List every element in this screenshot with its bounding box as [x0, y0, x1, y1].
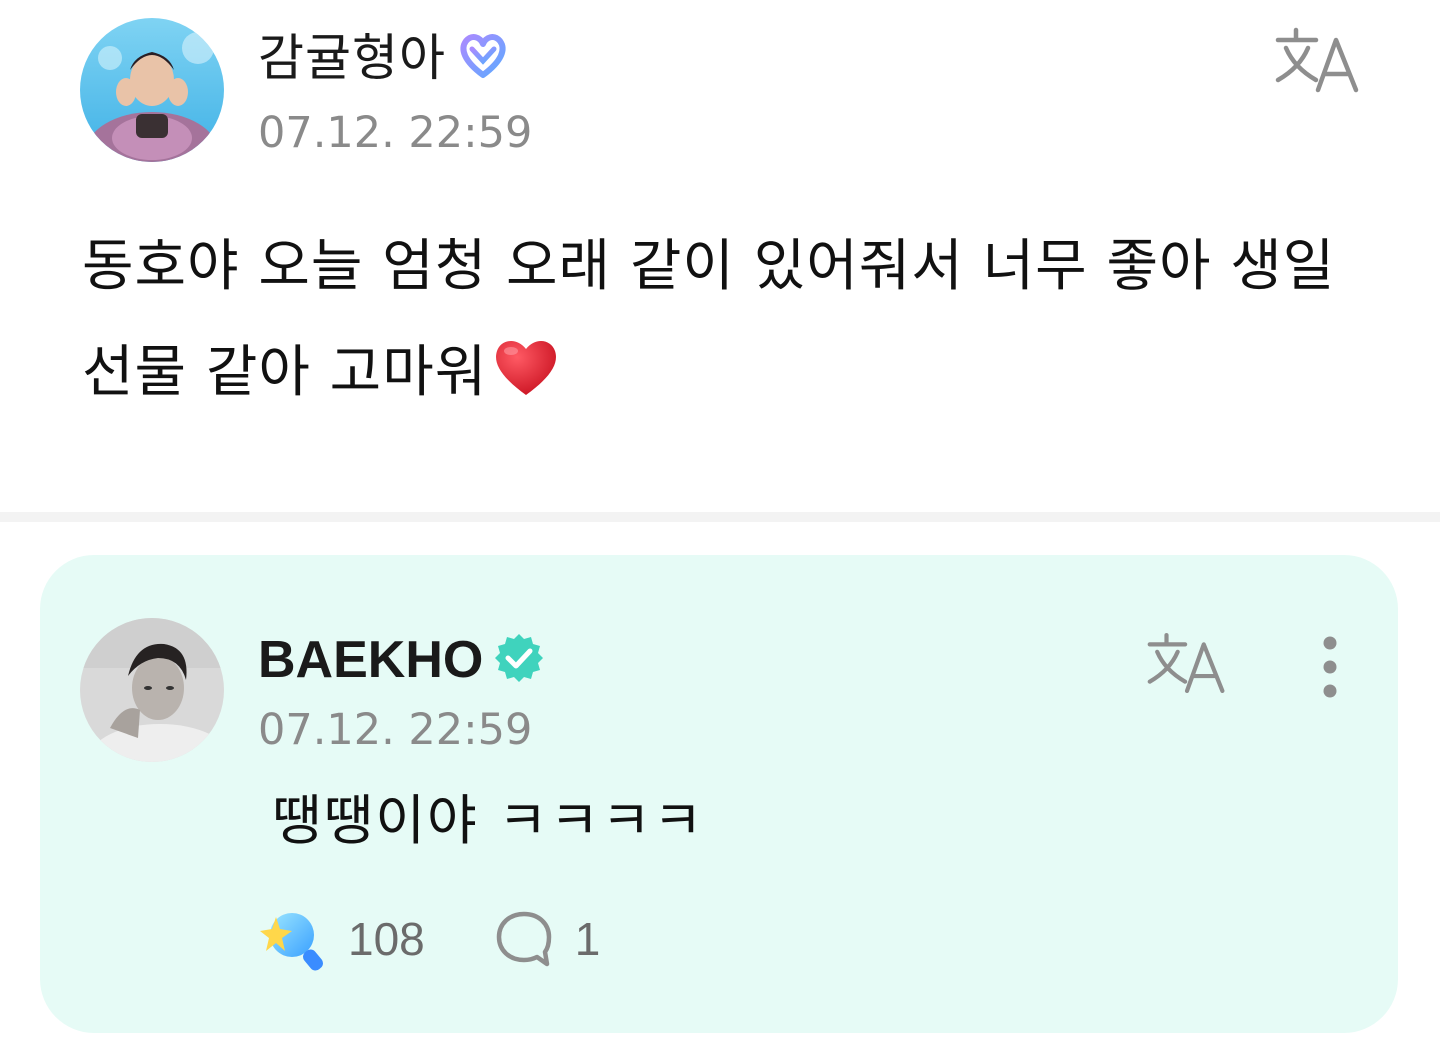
fan-author-name[interactable]: 감귤형아 [258, 26, 446, 90]
feed-page: 감귤형아 07.12. 22:59 동호야 오늘 엄청 오래 같이 있어줘서 너… [0, 0, 1440, 1063]
fan-post: 감귤형아 07.12. 22:59 동호야 오늘 엄청 오래 같이 있어줘서 너… [0, 0, 1440, 512]
artist-author-name[interactable]: BAEKHO [258, 628, 483, 692]
artist-reply-card: BAEKHO 07.12. 22:59 땡땡이야 ㅋㅋㅋㅋ 108 1 [40, 555, 1398, 1033]
fan-post-text-line: 선물 같아 고마워 [82, 320, 1372, 434]
artist-author-row: BAEKHO [258, 628, 545, 692]
translate-button[interactable] [1274, 26, 1362, 98]
translate-icon [1147, 632, 1225, 694]
fan-post-text-line: 동호야 오늘 엄청 오래 같이 있어줘서 너무 좋아 생일 [82, 234, 1336, 299]
more-vertical-icon [1323, 636, 1337, 698]
verified-badge-icon [493, 632, 545, 688]
comment-button[interactable]: 1 [493, 908, 601, 970]
star-wand-icon [260, 913, 323, 971]
artist-reply-timestamp: 07.12. 22:59 [258, 705, 533, 755]
more-options-button[interactable] [1312, 635, 1348, 699]
artist-reply-text: 땡땡이야 ㅋㅋㅋㅋ [272, 789, 705, 852]
like-button[interactable]: 108 [258, 907, 425, 971]
section-divider [0, 512, 1440, 522]
artist-avatar[interactable] [80, 618, 224, 762]
like-count: 108 [348, 913, 425, 965]
fan-avatar[interactable] [80, 18, 224, 162]
comment-bubble-icon [496, 911, 551, 967]
comment-count: 1 [574, 913, 601, 965]
translate-button[interactable] [1146, 631, 1228, 699]
fan-post-timestamp: 07.12. 22:59 [258, 108, 533, 158]
fan-author-row: 감귤형아 [258, 26, 510, 90]
fan-post-text: 동호야 오늘 엄청 오래 같이 있어줘서 너무 좋아 생일 선물 같아 고마워 [82, 214, 1372, 434]
reply-actions: 108 1 [258, 907, 600, 971]
fan-post-text-segment: 선물 같아 고마워 [82, 340, 488, 405]
heart-emoji-icon [491, 328, 561, 434]
fan-heart-badge-icon [456, 29, 510, 87]
translate-icon [1275, 27, 1359, 93]
